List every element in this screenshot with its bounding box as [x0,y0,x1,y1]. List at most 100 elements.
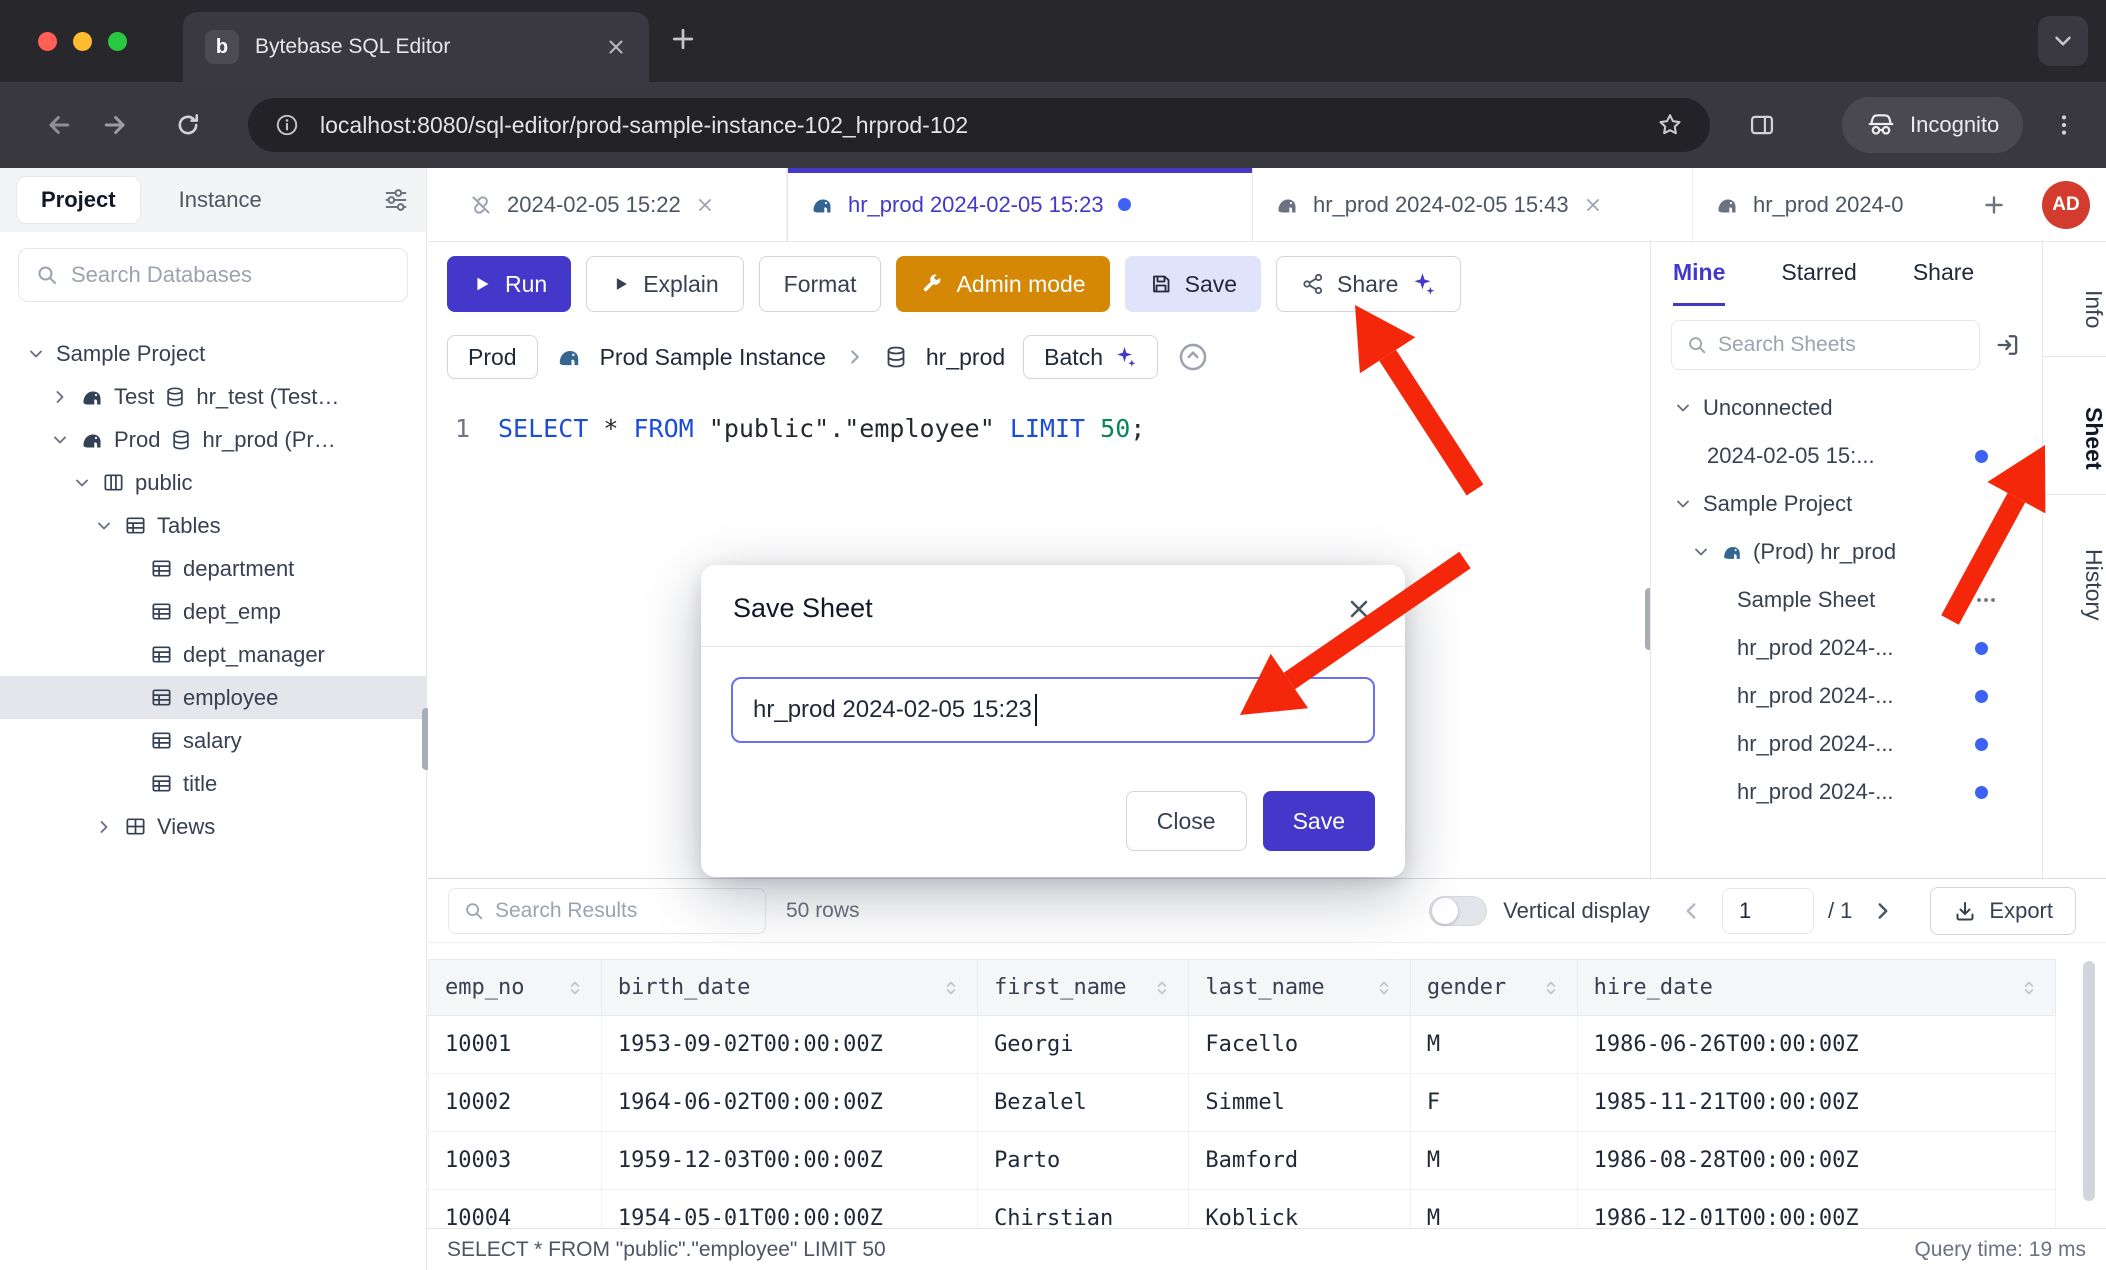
tree-item-salary[interactable]: salary [0,719,426,762]
page-number-input[interactable]: 1 [1722,888,1814,934]
prev-page-icon[interactable] [1678,898,1704,924]
table-row[interactable]: 100031959-12-03T00:00:00ZPartoBamfordM19… [429,1132,2056,1190]
chevron-down-icon[interactable] [1673,398,1693,418]
column-header-gender[interactable]: gender [1410,960,1577,1016]
browser-tab[interactable]: b Bytebase SQL Editor [183,12,649,82]
explain-button[interactable]: Explain [586,256,743,312]
chevron-down-icon[interactable] [1691,542,1711,562]
close-icon[interactable] [695,195,715,215]
sheet-menu-icon[interactable] [1974,588,1998,612]
sheet-group-prod-hrprod[interactable]: (Prod) hr_prod [1651,528,2042,576]
tab-instance[interactable]: Instance [155,177,286,223]
column-header-emp-no[interactable]: emp_no [429,960,602,1016]
table-row[interactable]: 100021964-06-02T00:00:00ZBezalelSimmelF1… [429,1074,2056,1132]
sync-schema-icon[interactable] [1176,340,1210,374]
rail-tab-sheet[interactable]: Sheet [2043,382,2106,494]
share-button[interactable]: Share [1276,256,1461,312]
page-info-icon[interactable] [274,112,300,138]
tree-item-tables[interactable]: Tables [0,504,426,547]
next-page-icon[interactable] [1870,898,1896,924]
rail-tab-history[interactable]: History [2043,520,2106,650]
chevron-down-icon[interactable] [26,344,46,364]
chevron-down-icon[interactable] [72,473,92,493]
dialog-close-button[interactable]: Close [1126,791,1247,851]
results-scrollbar[interactable] [2082,961,2096,1227]
zoom-window-button[interactable] [108,32,127,51]
close-window-button[interactable] [38,32,57,51]
close-icon[interactable] [1345,595,1373,623]
table-row[interactable]: 100011953-09-02T00:00:00ZGeorgiFacelloM1… [429,1016,2056,1074]
search-sheets-input[interactable]: Search Sheets [1671,320,1980,370]
minimize-window-button[interactable] [73,32,92,51]
new-editor-tab-button[interactable] [1965,168,2023,241]
tab-project[interactable]: Project [16,176,141,224]
editor-tab-4[interactable]: hr_prod 2024-0 [1693,168,1965,241]
forward-button[interactable] [89,99,141,151]
dialog-save-button[interactable]: Save [1263,791,1375,851]
new-tab-button[interactable] [668,24,698,59]
search-results-input[interactable]: Search Results [448,888,766,934]
sheet-item[interactable]: hr_prod 2024-... [1651,672,2042,720]
sheet-item[interactable]: hr_prod 2024-... [1651,768,2042,816]
editor-tab-unconnected[interactable]: 2024-02-05 15:22 [447,168,787,241]
url-bar[interactable]: localhost:8080/sql-editor/prod-sample-in… [248,98,1710,152]
tab-list-chevron-button[interactable] [2038,16,2088,66]
run-button[interactable]: Run [447,256,571,312]
sheet-item[interactable]: 2024-02-05 15:... [1651,432,2042,480]
chevron-right-icon[interactable] [50,387,70,407]
export-button[interactable]: Export [1930,887,2076,935]
tree-item-dept-manager[interactable]: dept_manager [0,633,426,676]
chevron-down-icon[interactable] [94,516,114,536]
sheet-item[interactable]: hr_prod 2024-... [1651,720,2042,768]
editor-tab-3[interactable]: hr_prod 2024-02-05 15:43 [1253,168,1693,241]
sheet-item-sample-sheet[interactable]: Sample Sheet [1651,576,2042,624]
tree-item-sample-project[interactable]: Sample Project [0,332,426,375]
chevron-down-icon[interactable] [50,430,70,450]
vertical-display-toggle[interactable] [1429,896,1487,926]
tab-starred[interactable]: Starred [1781,242,1856,306]
column-header-hire-date[interactable]: hire_date [1577,960,2055,1016]
close-icon[interactable] [1583,195,1603,215]
instance-name[interactable]: Prod Sample Instance [600,344,826,371]
sheet-name-input[interactable]: hr_prod 2024-02-05 15:23 [731,677,1375,743]
collapse-panel-icon[interactable] [1994,331,2022,359]
user-avatar[interactable]: AD [2042,181,2090,229]
tab-shared[interactable]: Share [1913,242,1974,306]
sheet-group-sample-project[interactable]: Sample Project [1651,480,2042,528]
reload-button[interactable] [162,99,214,151]
environment-chip[interactable]: Prod [447,335,538,379]
database-name[interactable]: hr_prod [926,344,1005,371]
save-button[interactable]: Save [1125,256,1261,312]
sheet-item[interactable]: hr_prod 2024-... [1651,624,2042,672]
tree-item-title[interactable]: title [0,762,426,805]
tab-close-icon[interactable] [605,36,627,58]
editor-tab-active[interactable]: hr_prod 2024-02-05 15:23 [787,168,1253,241]
column-header-last-name[interactable]: last_name [1189,960,1410,1016]
column-header-first-name[interactable]: first_name [978,960,1189,1016]
back-button[interactable] [33,99,85,151]
tree-item-department[interactable]: department [0,547,426,590]
tree-item-employee[interactable]: employee [0,676,426,719]
search-databases-input[interactable]: Search Databases [18,248,408,302]
url-text[interactable]: localhost:8080/sql-editor/prod-sample-in… [320,112,1636,139]
scrollbar-thumb[interactable] [2083,961,2095,1201]
sheet-group-unconnected[interactable]: Unconnected [1651,384,2042,432]
batch-button[interactable]: Batch [1023,335,1158,379]
column-header-birth-date[interactable]: birth_date [601,960,977,1016]
rail-tab-info[interactable]: Info [2043,262,2106,356]
side-panel-icon[interactable] [1736,99,1788,151]
tree-item-test-env[interactable]: Test hr_test (Test… [0,375,426,418]
chevron-right-icon[interactable] [94,817,114,837]
format-button[interactable]: Format [759,256,882,312]
tree-item-public-schema[interactable]: public [0,461,426,504]
tree-item-views[interactable]: Views [0,805,426,848]
bookmark-star-icon[interactable] [1656,111,1684,139]
tree-item-dept-emp[interactable]: dept_emp [0,590,426,633]
admin-mode-button[interactable]: Admin mode [896,256,1109,312]
browser-menu-button[interactable] [2038,99,2090,151]
tab-mine[interactable]: Mine [1673,242,1725,306]
table-row[interactable]: 100041954-05-01T00:00:00ZChirstianKoblic… [429,1190,2056,1229]
chevron-down-icon[interactable] [1673,494,1693,514]
filter-sliders-icon[interactable] [382,186,410,214]
tree-item-prod-env[interactable]: Prod hr_prod (Pr… [0,418,426,461]
